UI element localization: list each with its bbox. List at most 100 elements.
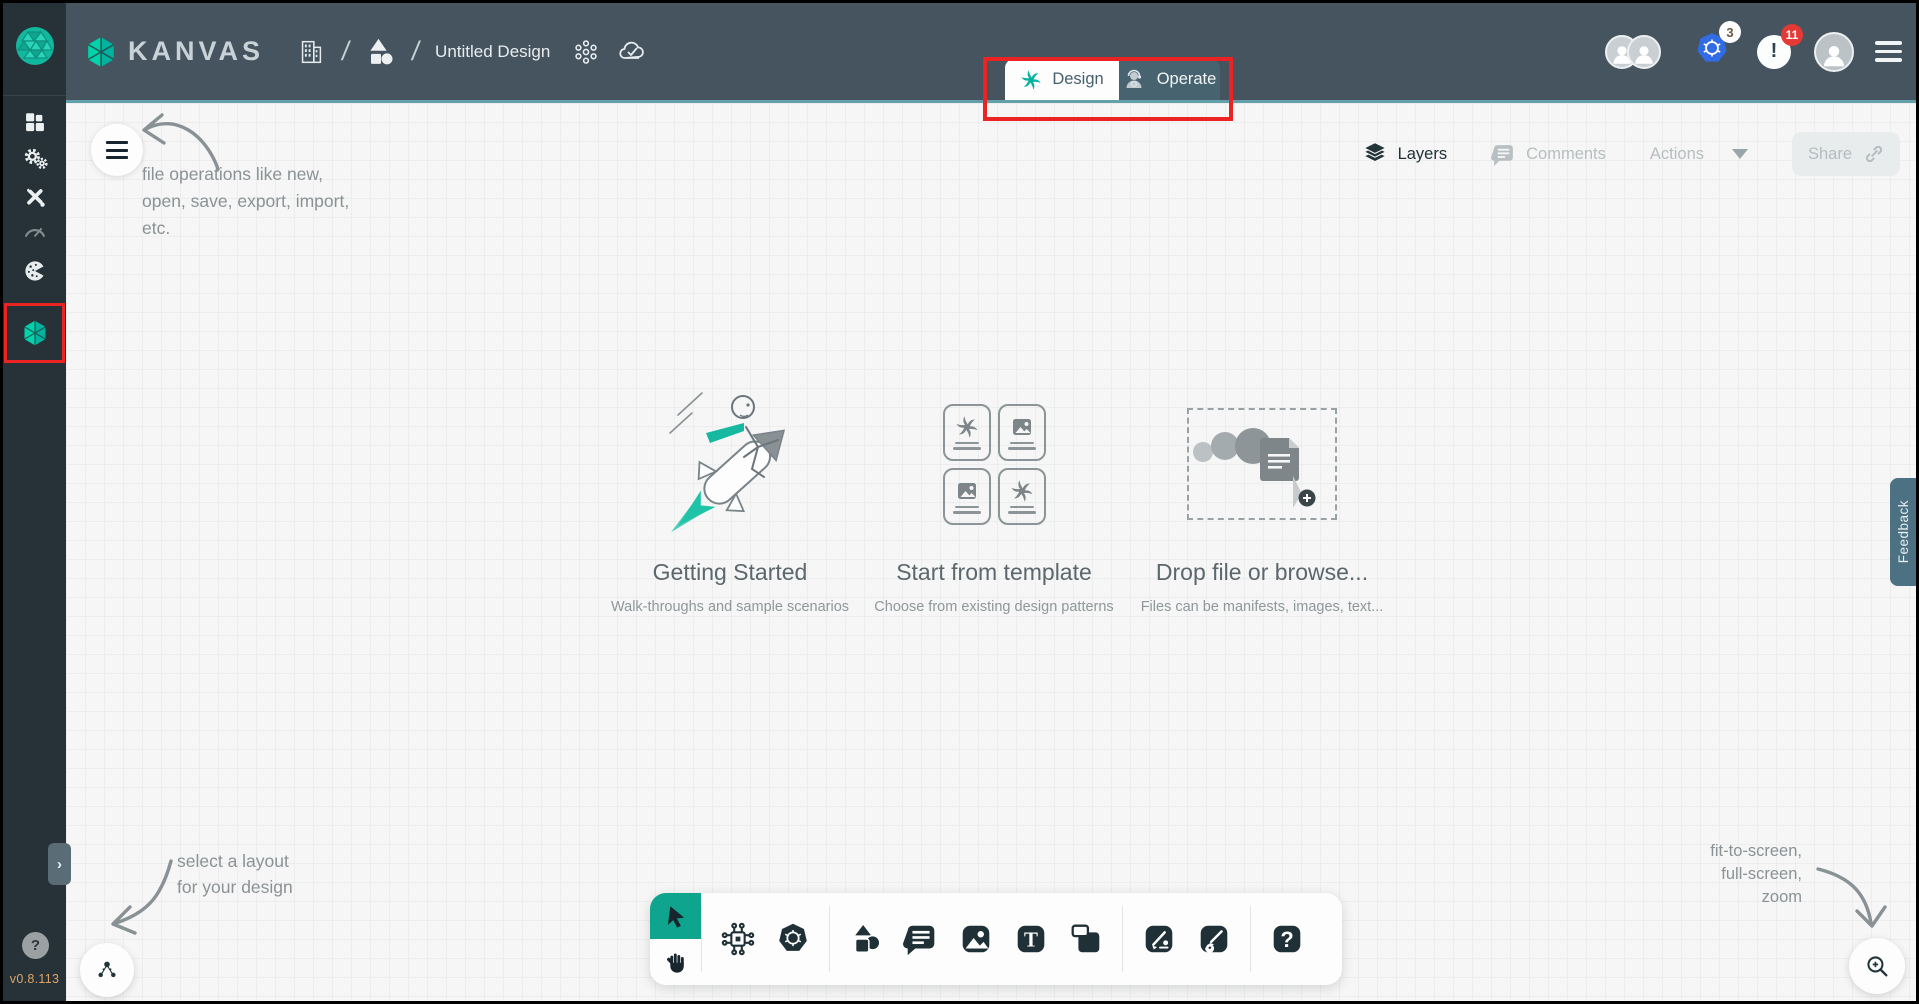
chevron-down-icon: [1732, 149, 1748, 159]
drop-zone-art: [1097, 385, 1427, 543]
link-icon: [1864, 144, 1884, 164]
design-name-label[interactable]: Untitled Design: [435, 42, 550, 62]
shapes-icon: [847, 920, 885, 958]
comment-icon: [902, 920, 940, 958]
annotation-zoom-controls: fit-to-screen, full-screen, zoom: [1710, 840, 1802, 909]
annotation-select-layout: select a layout for your design: [177, 848, 293, 900]
tab-design[interactable]: Design: [1005, 59, 1119, 100]
sidebar-item-lifecycle[interactable]: [3, 139, 66, 179]
tool-select[interactable]: [650, 893, 701, 939]
tool-sketch[interactable]: [1194, 919, 1234, 959]
tab-design-label: Design: [1052, 70, 1103, 89]
layout-select-button[interactable]: [80, 943, 134, 997]
tool-comment[interactable]: [901, 919, 941, 959]
cursor-icon: [663, 903, 689, 929]
kubernetes-icon: [774, 920, 812, 958]
zoom-controls-button[interactable]: [1849, 938, 1905, 994]
actions-dropdown[interactable]: Actions: [1650, 145, 1748, 164]
template-thumb-image-2: [943, 468, 991, 525]
node-cluster-icon: [572, 38, 600, 66]
tool-help[interactable]: ?: [1267, 919, 1307, 959]
drop-zone[interactable]: [1187, 408, 1337, 520]
tool-kubernetes[interactable]: [773, 919, 813, 959]
canvas-action-bar: Layers Comments Actions Share: [1362, 132, 1900, 176]
notifications-button[interactable]: ! 11: [1757, 35, 1791, 69]
pinwheel-icon: [955, 415, 979, 439]
header-menu-button[interactable]: [1871, 37, 1906, 66]
layers-icon: [1362, 141, 1388, 167]
sidebar-item-dashboard[interactable]: [3, 103, 66, 143]
comments-icon: [1491, 142, 1516, 167]
feedback-label: Feedback: [1896, 500, 1911, 563]
meshery-logo-icon[interactable]: [14, 25, 56, 67]
tab-operate[interactable]: Operate: [1119, 59, 1220, 100]
shape-tools-group: T: [830, 919, 1122, 959]
question-icon: ?: [1268, 920, 1306, 958]
drop-file-card[interactable]: Drop file or browse... Files can be mani…: [1097, 385, 1427, 615]
tool-pen[interactable]: [1139, 919, 1179, 959]
tool-image[interactable]: [956, 919, 996, 959]
sidebar-item-extensions[interactable]: [3, 251, 66, 291]
sidebar-item-configuration[interactable]: [3, 176, 66, 216]
design-configuration-button[interactable]: [572, 38, 600, 66]
user-avatar[interactable]: [1814, 32, 1854, 72]
actions-label: Actions: [1650, 145, 1704, 164]
component-tools-group: [702, 919, 829, 959]
sidebar-item-kanvas[interactable]: [3, 313, 66, 353]
layers-label: Layers: [1398, 145, 1448, 164]
tool-text[interactable]: T: [1011, 919, 1051, 959]
organization-button[interactable]: [296, 37, 326, 67]
kanvas-brand[interactable]: KANVAS: [84, 35, 264, 69]
layers-toggle[interactable]: Layers: [1362, 141, 1448, 167]
template-thumb-design: [943, 404, 991, 461]
organization-building-icon: [296, 37, 326, 67]
tool-components[interactable]: [718, 919, 758, 959]
kubernetes-count-badge: 3: [1719, 21, 1741, 43]
zoom-in-magnifier-icon: [1863, 952, 1891, 980]
canvas-toolbar: T: [650, 893, 1342, 985]
design-pinwheel-icon: [1020, 69, 1042, 91]
tool-note[interactable]: [1066, 919, 1106, 959]
chip-icon: [719, 920, 757, 958]
brand-name: KANVAS: [128, 36, 264, 67]
template-thumb-image: [998, 404, 1046, 461]
operate-person-icon: [1123, 68, 1147, 92]
kubernetes-context-button[interactable]: 3: [1692, 29, 1732, 74]
rail-divider: [3, 95, 66, 96]
gears-icon: [21, 145, 49, 173]
speedometer-icon: [22, 218, 48, 244]
card-title: Drop file or browse...: [1097, 559, 1427, 586]
help-tools-group: ?: [1251, 919, 1323, 959]
text-icon: T: [1012, 920, 1050, 958]
kanvas-app-window: ? v0.8.113 › KANVAS: [0, 0, 1919, 1004]
image-icon: [957, 920, 995, 958]
sidebar-item-performance[interactable]: [3, 211, 66, 251]
sidebar-expand-chevron[interactable]: ›: [48, 843, 71, 885]
designs-button[interactable]: [366, 37, 396, 67]
feedback-tab[interactable]: Feedback: [1890, 478, 1916, 586]
person-icon: [1819, 40, 1849, 70]
image-icon: [1009, 415, 1035, 439]
help-button[interactable]: ?: [22, 932, 49, 959]
collaborator-avatars[interactable]: [1605, 35, 1661, 69]
note-icon: [1067, 920, 1105, 958]
tool-shapes[interactable]: [846, 919, 886, 959]
save-status-button[interactable]: [616, 36, 648, 68]
svg-text:T: T: [1024, 928, 1038, 952]
version-label: v0.8.113: [3, 972, 66, 986]
share-label: Share: [1808, 145, 1852, 164]
svg-text:?: ?: [1280, 927, 1293, 952]
pinwheel-icon: [1010, 479, 1034, 503]
tool-pan[interactable]: [650, 939, 701, 985]
file-menu-button[interactable]: [91, 124, 143, 176]
design-canvas[interactable]: file operations like new, open, save, ex…: [66, 103, 1916, 1001]
comments-toggle[interactable]: Comments: [1491, 142, 1606, 167]
collaborator-avatar-2: [1627, 35, 1661, 69]
breadcrumb-separator: /: [340, 36, 352, 67]
share-button[interactable]: Share: [1792, 132, 1900, 176]
card-subtitle: Files can be manifests, images, text...: [1097, 599, 1427, 615]
shapes-icon: [366, 37, 396, 67]
kanvas-hexagon-icon: [21, 319, 49, 347]
layout-graph-icon: [93, 956, 121, 984]
mode-tabs: Design Operate: [1005, 59, 1220, 100]
